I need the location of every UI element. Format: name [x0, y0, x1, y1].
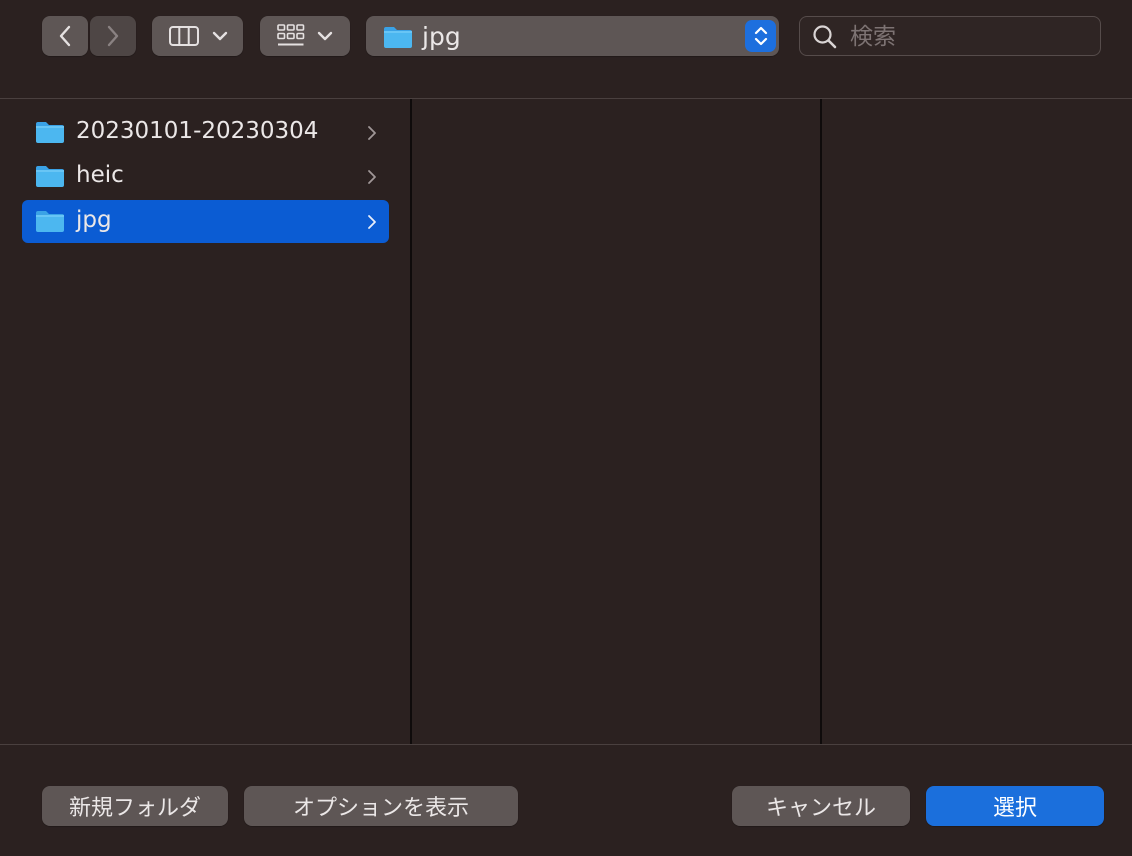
path-popup-label: jpg [422, 22, 461, 51]
new-folder-button[interactable]: 新規フォルダ [42, 786, 228, 826]
search-field[interactable] [799, 16, 1101, 56]
folder-icon [36, 166, 64, 187]
chevron-right-icon [368, 170, 376, 184]
browser-column-1: 20230101-20230304 heic jpg [0, 99, 410, 744]
cancel-button[interactable]: キャンセル [732, 786, 910, 826]
folder-icon [36, 211, 64, 232]
group-by-button[interactable] [260, 16, 350, 56]
list-item[interactable]: heic [22, 155, 389, 198]
chevron-right-icon [368, 215, 376, 229]
dialog-footer: 新規フォルダ オプションを表示 キャンセル 選択 [0, 744, 1132, 856]
up-down-chevron-icon [754, 26, 767, 46]
chevron-down-icon [317, 31, 333, 41]
view-mode-button[interactable] [152, 16, 243, 56]
column-browser: 20230101-20230304 heic jpg [0, 99, 1132, 744]
show-options-button[interactable]: オプションを表示 [244, 786, 518, 826]
folder-icon [36, 122, 64, 143]
select-button[interactable]: 選択 [926, 786, 1104, 826]
list-item-selected[interactable]: jpg [22, 200, 389, 243]
file-open-dialog: jpg 20230 [0, 0, 1132, 856]
list-item-label: heic [76, 162, 124, 188]
list-item-label: 20230101-20230304 [76, 118, 319, 144]
list-item[interactable]: 20230101-20230304 [22, 111, 389, 154]
search-input[interactable] [848, 21, 1092, 53]
chevron-right-icon [107, 25, 119, 47]
browser-column-2 [412, 99, 820, 744]
forward-button[interactable] [90, 16, 136, 56]
folder-icon [384, 27, 412, 48]
back-button[interactable] [42, 16, 88, 56]
search-icon [813, 25, 837, 49]
toolbar: jpg [0, 0, 1132, 99]
path-popup[interactable]: jpg [366, 16, 779, 56]
chevron-down-icon [212, 31, 227, 41]
chevron-left-icon [59, 25, 71, 47]
columns-view-icon [168, 26, 199, 46]
list-item-label: jpg [76, 207, 112, 233]
browser-column-3 [822, 99, 1132, 744]
popup-stepper[interactable] [745, 20, 776, 52]
chevron-right-icon [368, 126, 376, 140]
grid-group-icon [277, 24, 305, 46]
